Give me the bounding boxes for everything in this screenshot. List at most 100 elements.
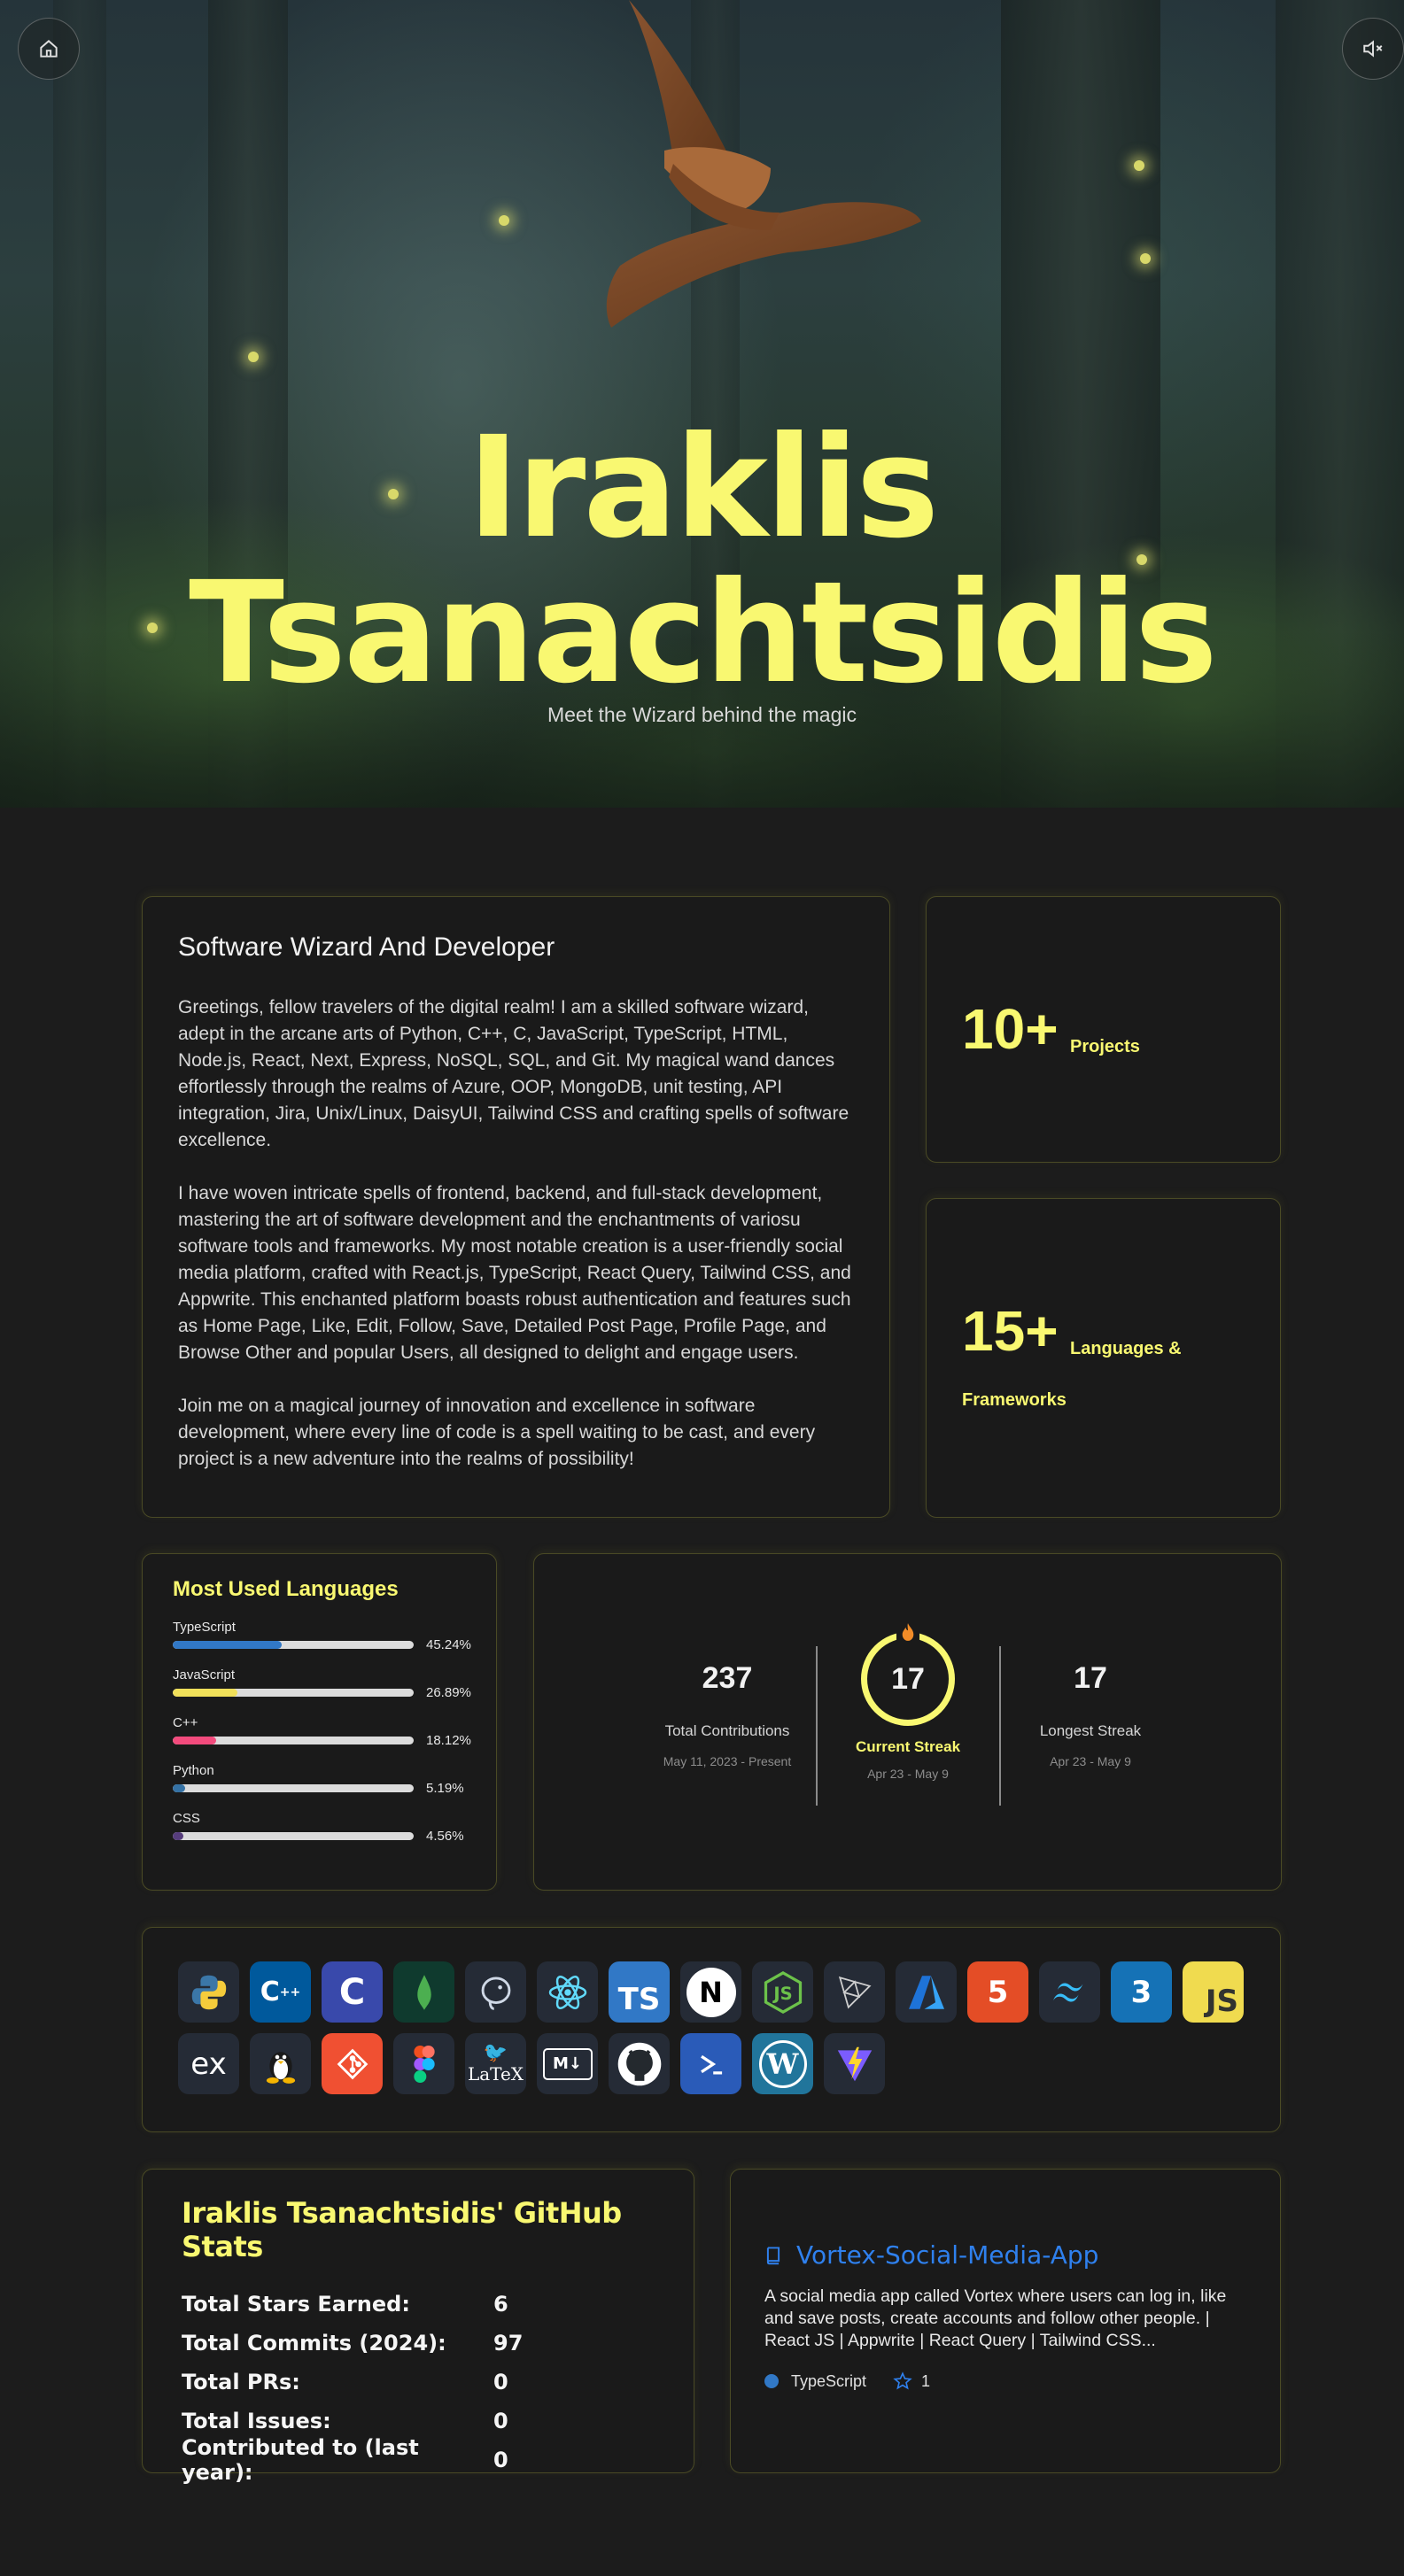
fire-icon	[896, 1619, 919, 1645]
mongodb-icon	[393, 1961, 454, 2023]
express-icon: ex	[178, 2033, 239, 2094]
languages-label: Languages &	[1070, 1339, 1182, 1358]
longest-streak-label: Longest Streak	[1039, 1722, 1142, 1739]
language-bar-fill	[173, 1641, 283, 1649]
repo-description: A social media app called Vortex where u…	[764, 2286, 1227, 2350]
stat-row-contributed: Contributed to (last year): 0	[182, 2435, 655, 2485]
tech-icon-grid: C ++ C TS N JS 5 3 JS ex 🐦 LaTeX M↓ W	[178, 1961, 1250, 2094]
language-row: JavaScript 26.89%	[173, 1667, 471, 1702]
about-paragraph: Join me on a magical journey of innovati…	[178, 1396, 816, 1469]
language-bar-fill	[173, 1737, 217, 1744]
linux-icon	[250, 2033, 311, 2094]
html5-icon: 5	[967, 1961, 1028, 2023]
home-button[interactable]	[18, 18, 80, 80]
hero-section: Iraklis Tsanachtsidis Meet the Wizard be…	[0, 0, 1404, 808]
language-bar	[173, 1641, 414, 1649]
language-percent: 18.12%	[426, 1733, 471, 1748]
css3-icon: 3	[1111, 1961, 1172, 2023]
repo-name[interactable]: Vortex-Social-Media-App	[796, 2240, 1098, 2270]
github-streak-card: 237 Total Contributions May 11, 2023 - P…	[533, 1553, 1282, 1891]
python-icon	[178, 1961, 239, 2023]
github-stats-card: Iraklis Tsanachtsidis' GitHub Stats Tota…	[142, 2169, 694, 2485]
mute-button[interactable]	[1342, 18, 1404, 80]
language-percent: 4.56%	[426, 1829, 464, 1844]
repo-meta: TypeScript 1	[764, 2371, 1246, 2391]
language-row: TypeScript 45.24%	[173, 1620, 471, 1654]
language-bar-fill	[173, 1689, 238, 1697]
language-name: JavaScript	[173, 1667, 236, 1683]
frameworks-label: Frameworks	[962, 1390, 1067, 1410]
figma-icon	[393, 2033, 454, 2094]
current-streak: 17 Current Streak Apr 23 - May 9	[802, 1619, 1014, 1781]
git-icon	[322, 2033, 383, 2094]
repo-language: TypeScript	[791, 2371, 867, 2390]
postgresql-icon	[465, 1961, 526, 2023]
markdown-icon: M↓	[537, 2033, 598, 2094]
react-icon	[537, 1961, 598, 2023]
github-stats-title: Iraklis Tsanachtsidis' GitHub Stats	[182, 2196, 622, 2263]
most-used-languages-title: Most Used Languages	[173, 1577, 399, 1601]
repo-stars: 1	[921, 2371, 931, 2390]
language-bar-fill	[173, 1784, 186, 1792]
stat-row-commits: Total Commits (2024): 97	[182, 2324, 655, 2363]
most-used-languages-card: Most Used Languages TypeScript 45.24% Ja…	[142, 1553, 497, 1891]
stat-label: Total PRs:	[182, 2370, 300, 2394]
svg-text:JS: JS	[772, 1983, 792, 2003]
hero-subtitle: Meet the Wizard behind the magic	[547, 703, 857, 726]
language-bar	[173, 1832, 414, 1840]
language-name: TypeScript	[173, 1620, 236, 1635]
vite-icon	[824, 2033, 885, 2094]
about-paragraph: Greetings, fellow travelers of the digit…	[178, 997, 849, 1150]
latex-icon: 🐦 LaTeX	[465, 2033, 526, 2094]
firefly	[1140, 253, 1151, 264]
repo-icon	[766, 2246, 780, 2264]
current-streak-value: 17	[891, 1661, 925, 1696]
language-name: C++	[173, 1715, 198, 1730]
stat-label: Total Issues:	[182, 2409, 331, 2433]
nodejs-icon: JS	[752, 1961, 813, 2023]
language-percent: 5.19%	[426, 1781, 464, 1796]
stat-row-stars: Total Stars Earned: 6	[182, 2285, 655, 2324]
javascript-icon: JS	[1183, 1961, 1244, 2023]
repo-title[interactable]: Vortex-Social-Media-App	[764, 2240, 1246, 2270]
azure-icon	[896, 1961, 957, 2023]
firefly	[499, 215, 509, 226]
hero-last-name: Tsanachtsidis	[189, 552, 1218, 715]
firefly	[1134, 160, 1144, 171]
longest-streak: 17 Longest Streak Apr 23 - May 9	[984, 1643, 1197, 1768]
volume-mute-icon	[1363, 40, 1383, 58]
language-list: TypeScript 45.24% JavaScript 26.89% C++ …	[173, 1620, 471, 1845]
stat-value: 0	[493, 2448, 508, 2472]
language-dot	[764, 2374, 779, 2388]
stat-value: 97	[493, 2331, 524, 2356]
cplusplus-icon: C ++	[250, 1961, 311, 2023]
stat-label: Total Commits (2024):	[182, 2331, 446, 2356]
tailwind-icon	[1039, 1961, 1100, 2023]
star-icon	[893, 2371, 912, 2390]
hero-first-name: Iraklis	[467, 406, 940, 569]
language-bar	[173, 1737, 414, 1744]
c-icon: C	[322, 1961, 383, 2023]
tech-stack-card: C ++ C TS N JS 5 3 JS ex 🐦 LaTeX M↓ W	[142, 1927, 1281, 2132]
stat-value: 0	[493, 2409, 508, 2433]
language-row: Python 5.19%	[173, 1763, 466, 1798]
stat-row-prs: Total PRs: 0	[182, 2363, 655, 2402]
languages-stat-card: 15+ Languages & Frameworks	[926, 1198, 1281, 1518]
current-streak-ring: 17	[861, 1619, 955, 1726]
longest-streak-value: 17	[1074, 1661, 1107, 1695]
threejs-icon	[824, 1961, 885, 2023]
wordpress-icon: W	[752, 2033, 813, 2094]
language-name: Python	[173, 1763, 214, 1778]
pinned-repo-card[interactable]: Vortex-Social-Media-App A social media a…	[730, 2169, 1281, 2473]
current-streak-label: Current Streak	[855, 1738, 961, 1755]
language-row: C++ 18.12%	[173, 1715, 471, 1750]
projects-count: 10+	[962, 997, 1059, 1061]
typescript-icon: TS	[609, 1961, 670, 2023]
stat-value: 0	[493, 2370, 508, 2394]
language-percent: 26.89%	[426, 1685, 471, 1700]
stat-value: 6	[493, 2292, 508, 2317]
projects-stat-card: 10+ Projects	[926, 896, 1281, 1163]
stat-label: Contributed to (last year):	[182, 2435, 419, 2485]
language-percent: 45.24%	[426, 1637, 471, 1652]
powershell-icon	[680, 2033, 741, 2094]
